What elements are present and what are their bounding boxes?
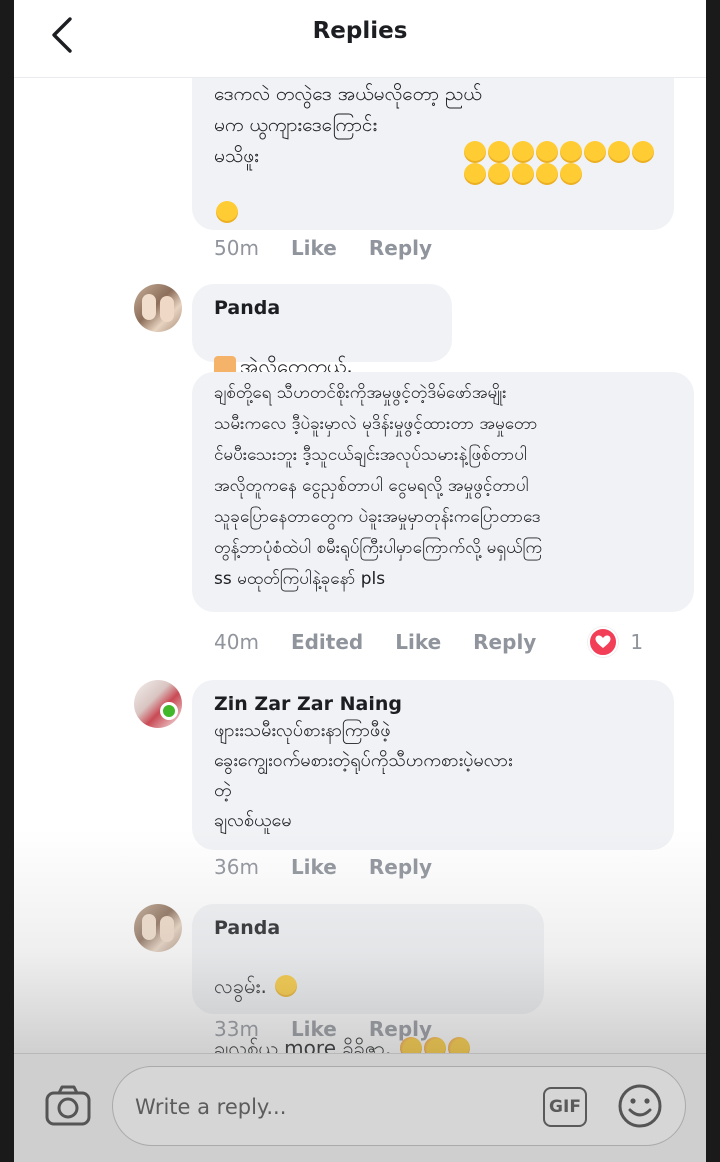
gif-button[interactable]: GIF [543,1087,587,1127]
timestamp: 50m [214,236,259,260]
emoji-icon [216,201,238,223]
emoji-icon [584,141,606,163]
author-name[interactable]: Zin Zar Zar Naing [214,692,652,716]
timestamp: 40m [214,630,259,654]
comment-bubble: ချစ်တို့ရေ သီဟတင်စိုးကိုအမှုဖွင့်တဲ့ဒိမ်… [192,372,694,612]
replies-feed[interactable]: အမ္မဒုန်းကျင့်ခရုတ်အရုံကုတ်ပြီ ပြောကတာဘေ… [0,78,720,1053]
reaction-count: 1 [630,630,644,654]
comment-meta: 36m Like Reply [214,853,464,881]
reply-button[interactable]: Reply [473,630,536,654]
comment-bubble: အမ္မဒုန်းကျင့်ခရုတ်အရုံကုတ်ပြီ ပြောကတာဘေ… [192,78,674,230]
emoji-icon [275,975,298,997]
online-status-icon [160,702,178,720]
emoji-icon [512,163,534,185]
emoji-row [462,141,674,185]
reply-button[interactable]: Reply [369,1017,432,1041]
comment-bubble: Panda အဲ့လိုတွေ့တယ်. [192,284,452,408]
emoji-icon [512,141,534,163]
left-screen-edge [0,0,14,1162]
like-button[interactable]: Like [291,236,337,260]
comment-text-line: လခွမ်း. [214,974,267,998]
emoji-icon [608,141,630,163]
comment-text: ဖျားးသမီးလုပ်စားနာကြာဖီဖဲ့ ခွေးကျွေးဝက်မ… [214,720,513,831]
timestamp: 33m [214,1017,259,1041]
emoji-icon [488,141,510,163]
reaction-summary[interactable]: 1 [588,627,643,657]
like-button[interactable]: Like [291,1017,337,1041]
emoji-icon [464,141,486,163]
timestamp: 36m [214,855,259,879]
comment-meta: 33m Like Reply [214,1015,464,1043]
reply-input[interactable] [135,1091,515,1123]
emoji-row [214,201,238,223]
page-title: Replies [312,18,408,44]
avatar[interactable] [134,284,182,332]
edited-label[interactable]: Edited [291,630,363,654]
emoji-icon [632,141,654,163]
camera-icon [45,1085,91,1126]
author-name[interactable]: Panda [214,296,430,320]
reply-input-wrapper: GIF [112,1066,686,1146]
comment-bubble: Panda လခွမ်း. ချလစ်ယူ more ခိုခိုဇာ. [192,904,544,1053]
camera-button[interactable] [44,1084,92,1128]
emoji-icon [560,141,582,163]
comment-text-continued: ချစ်တို့ရေ သီဟတင်စိုးကိုအမှုဖွင့်တဲ့ဒိမ်… [214,383,543,589]
like-button[interactable]: Like [291,855,337,879]
emoji-button[interactable] [615,1081,665,1131]
top-bar: Replies [0,0,720,78]
comment-bubble: Zin Zar Zar Naing ဖျားးသမီးလုပ်စားနာကြာဖ… [192,680,674,850]
emoji-icon [536,141,558,163]
reply-button[interactable]: Reply [369,855,432,879]
like-button[interactable]: Like [395,630,441,654]
author-name[interactable]: Panda [214,916,522,940]
heart-icon [588,627,619,657]
comment-meta: 40m Edited Like Reply 1 [214,627,643,657]
smiley-icon [618,1084,662,1128]
reply-button[interactable]: Reply [369,236,432,260]
emoji-icon [464,163,486,185]
comment-meta: 50m Like Reply [214,234,464,262]
reply-composer: GIF [0,1053,720,1162]
emoji-icon [488,163,510,185]
right-screen-edge [706,0,720,1162]
emoji-icon [536,163,558,185]
comment-text: လခွမ်း. [214,940,522,1002]
emoji-icon [560,163,582,185]
avatar[interactable] [134,904,182,952]
